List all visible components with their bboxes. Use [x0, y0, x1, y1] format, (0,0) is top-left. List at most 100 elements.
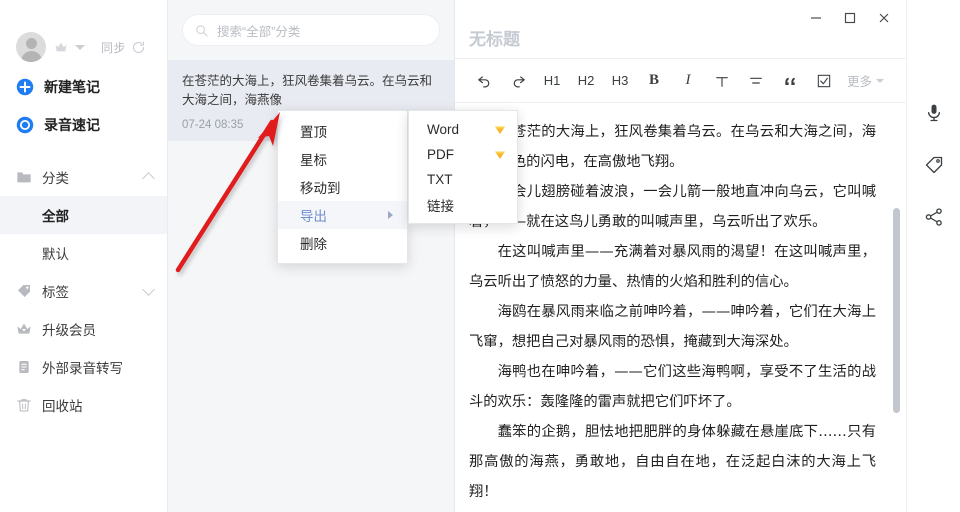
plus-circle-icon — [16, 78, 34, 96]
sidebar-item-category[interactable]: 分类 — [0, 158, 167, 196]
submenu-item-word[interactable]: Word — [409, 117, 517, 142]
heading-3-button[interactable]: H3 — [603, 66, 637, 96]
search-icon — [196, 24, 208, 37]
context-menu: 置顶 星标 移动到 导出 删除 — [277, 110, 408, 264]
quote-button[interactable] — [773, 66, 807, 96]
paragraph: 海鸥在暴风雨来临之前呻吟着，——呻吟着，它们在大海上飞窜，想把自己对暴风雨的恐惧… — [469, 304, 876, 350]
trash-icon — [17, 399, 31, 412]
sidebar-item-trash[interactable]: 回收站 — [0, 386, 167, 424]
tag-icon — [18, 285, 30, 297]
paragraph: 在这叫喊声里——充满着对暴风雨的渴望！在这叫喊声里，乌云听出了愤怒的力量、热情的… — [469, 244, 876, 290]
undo-icon[interactable] — [467, 66, 501, 96]
document-body[interactable]: 在苍茫的大海上，狂风卷集着乌云。在乌云和大海之间，海燕像黑色的闪电，在高傲地飞翔… — [455, 103, 906, 512]
heading-1-button[interactable]: H1 — [535, 66, 569, 96]
window-controls — [808, 10, 892, 26]
right-toolbar-rail — [906, 0, 960, 512]
more-tools-button[interactable]: 更多 — [847, 71, 885, 90]
folder-icon — [17, 172, 31, 183]
menu-item-label: 置顶 — [300, 125, 327, 140]
chevron-up-icon[interactable] — [142, 172, 155, 185]
export-submenu: Word PDF TXT 链接 — [408, 110, 518, 224]
menu-item-star[interactable]: 星标 — [278, 145, 407, 173]
vip-diamond-icon — [495, 126, 505, 134]
bold-label: B — [648, 72, 659, 88]
microphone-icon[interactable] — [924, 103, 944, 123]
record-circle-icon — [16, 116, 34, 134]
sidebar-item-upgrade[interactable]: 升级会员 — [0, 310, 167, 348]
search-wrapper: 搜索“全部”分类 — [168, 0, 454, 46]
sidebar-item-tags[interactable]: 标签 — [0, 272, 167, 310]
minimize-button[interactable] — [808, 10, 824, 26]
sync-refresh-icon[interactable] — [131, 40, 146, 55]
submenu-item-link[interactable]: 链接 — [409, 192, 517, 217]
sidebar-item-default[interactable]: 默认 — [0, 234, 167, 272]
record-note-button[interactable]: 录音速记 — [0, 106, 167, 144]
sidebar-item-label: 默认 — [42, 247, 69, 262]
app-window: 同步 新建笔记 录音速记 分类 全部 默认 标签 升级会员 外部录音转写 回收站… — [0, 0, 960, 512]
maximize-button[interactable] — [842, 10, 858, 26]
redo-icon[interactable] — [501, 66, 535, 96]
account-row[interactable]: 同步 — [0, 0, 167, 68]
note-title-input[interactable]: 无标题 — [469, 25, 520, 50]
search-placeholder: 搜索“全部”分类 — [217, 24, 301, 39]
sidebar-item-label: 升级会员 — [42, 323, 96, 338]
sidebar-item-label: 回收站 — [42, 399, 83, 414]
menu-item-export[interactable]: 导出 — [278, 201, 407, 229]
paragraph: 蠢笨的企鹅，胆怯地把肥胖的身体躲藏在悬崖底下……只有那高傲的海燕，勇敢地，自由自… — [469, 424, 876, 500]
submenu-item-label: PDF — [427, 147, 454, 162]
note-preview-text: 在苍茫的大海上，狂风卷集着乌云。在乌云和大海之间，海燕像 — [182, 74, 433, 107]
menu-item-label: 导出 — [300, 209, 327, 224]
paragraph: 一会儿翅膀碰着波浪，一会儿箭一般地直冲向乌云，它叫喊着，——就在这鸟儿勇敢的叫喊… — [469, 184, 876, 230]
audio-transcribe-icon — [19, 361, 29, 373]
list-button[interactable] — [739, 66, 773, 96]
user-avatar-icon[interactable] — [16, 32, 46, 62]
menu-item-move-to[interactable]: 移动到 — [278, 173, 407, 201]
submenu-item-label: Word — [427, 122, 460, 137]
chevron-down-icon[interactable] — [142, 283, 155, 296]
sync-label: 同步 — [101, 40, 127, 55]
chevron-down-icon — [876, 78, 885, 83]
menu-item-label: 移动到 — [300, 181, 341, 196]
bold-button[interactable]: B — [637, 66, 671, 96]
submenu-item-label: 链接 — [427, 198, 454, 214]
crown-icon — [55, 42, 67, 52]
menu-item-pin[interactable]: 置顶 — [278, 117, 407, 145]
sidebar-item-label: 标签 — [42, 285, 69, 300]
submenu-item-txt[interactable]: TXT — [409, 167, 517, 192]
submenu-item-label: TXT — [427, 172, 453, 187]
close-button[interactable] — [876, 10, 892, 26]
checkbox-button[interactable] — [807, 66, 841, 96]
sidebar-item-all[interactable]: 全部 — [0, 196, 167, 234]
sidebar-item-label: 全部 — [42, 209, 69, 224]
paragraph: 在苍茫的大海上，狂风卷集着乌云。在乌云和大海之间，海燕像黑色的闪电，在高傲地飞翔… — [469, 124, 876, 170]
left-sidebar: 同步 新建笔记 录音速记 分类 全部 默认 标签 升级会员 外部录音转写 回收站 — [0, 0, 168, 512]
menu-item-label: 星标 — [300, 153, 327, 168]
italic-label: I — [685, 72, 691, 88]
italic-button[interactable]: I — [671, 66, 705, 96]
editor-scrollbar[interactable] — [893, 208, 900, 413]
vip-diamond-icon — [495, 151, 505, 159]
paragraph: 乌云越来越暗，越来越低，向海面直压下来，而波浪一边歌唱，一边冲向高空，去迎接那雷… — [469, 507, 876, 512]
strikethrough-button[interactable] — [705, 66, 739, 96]
crown-upgrade-icon — [17, 323, 31, 334]
chevron-down-icon[interactable] — [75, 44, 85, 50]
editor-panel: 无标题 H1 H2 H3 B I 更多 在苍茫的大海上，狂风卷集着乌云。在乌云和… — [455, 0, 906, 512]
sidebar-item-label: 外部录音转写 — [42, 361, 123, 376]
tag-icon[interactable] — [924, 155, 944, 175]
paragraph: 海鸭也在呻吟着，——它们这些海鸭啊，享受不了生活的战斗的欢乐：轰隆隆的雷声就把它… — [469, 364, 876, 410]
sidebar-item-transcribe[interactable]: 外部录音转写 — [0, 348, 167, 386]
share-icon[interactable] — [924, 207, 944, 227]
new-note-button[interactable]: 新建笔记 — [0, 68, 167, 106]
search-input[interactable]: 搜索“全部”分类 — [182, 14, 440, 46]
heading-3-label: H3 — [611, 73, 629, 88]
more-tools-label: 更多 — [847, 75, 873, 89]
heading-2-label: H2 — [577, 73, 595, 88]
heading-1-label: H1 — [543, 73, 561, 88]
chevron-right-icon — [388, 211, 393, 219]
title-bar: 无标题 — [455, 0, 906, 58]
menu-item-delete[interactable]: 删除 — [278, 229, 407, 257]
heading-2-button[interactable]: H2 — [569, 66, 603, 96]
record-note-label: 录音速记 — [44, 117, 100, 133]
submenu-item-pdf[interactable]: PDF — [409, 142, 517, 167]
